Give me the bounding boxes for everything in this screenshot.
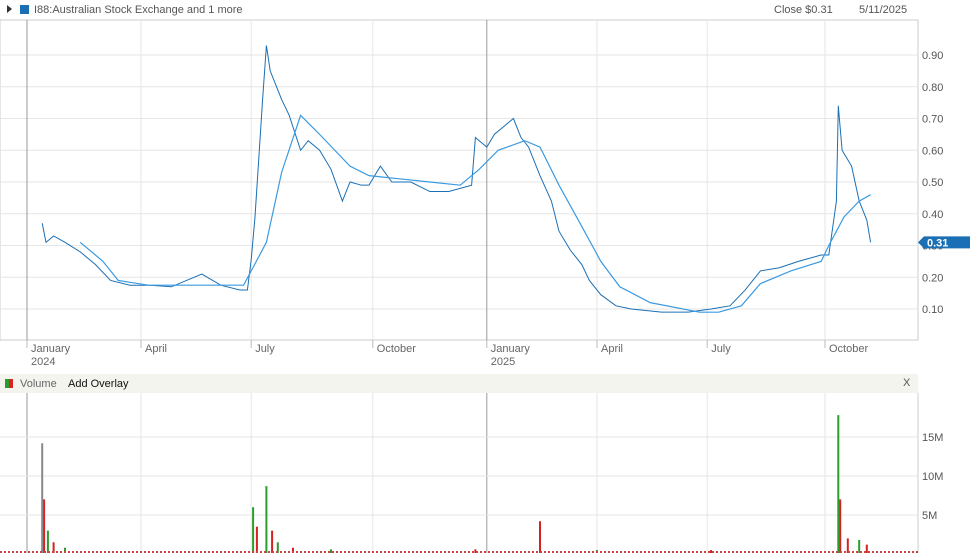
x-tick-label: April	[601, 343, 623, 355]
price-tick-label: 0.40	[922, 209, 943, 221]
volume-bar	[539, 521, 541, 553]
price-tick-label: 0.50	[922, 177, 943, 189]
volume-panel-header: Volume Add Overlay X	[0, 374, 918, 393]
x-tick-label: July	[255, 343, 275, 355]
volume-bar	[846, 538, 849, 553]
price-tick-label: 0.80	[922, 82, 943, 94]
x-tick-label: October	[377, 343, 416, 355]
volume-bar	[865, 544, 868, 553]
symbol-label[interactable]: I88:Australian Stock Exchange and 1 more	[34, 4, 243, 16]
volume-tick-label: 15M	[922, 432, 943, 444]
price-tick-label: 0.90	[922, 50, 943, 62]
series-color-swatch-icon	[20, 5, 29, 14]
volume-bar	[255, 526, 258, 553]
volume-bar	[858, 539, 861, 553]
date-label: 5/11/2025	[859, 4, 908, 16]
volume-red-icon	[9, 379, 13, 388]
x-tick-sublabel: 2025	[491, 356, 515, 368]
add-overlay-button[interactable]: Add Overlay	[68, 378, 129, 390]
price-tick-label: 0.10	[922, 304, 943, 316]
volume-bar	[41, 443, 44, 553]
volume-label: Volume	[20, 378, 57, 390]
price-line	[41, 45, 872, 313]
price-plot-frame	[0, 19, 919, 341]
volume-bar	[330, 549, 332, 553]
volume-bar	[265, 486, 268, 553]
close-volume-button[interactable]: X	[903, 377, 910, 389]
x-tick-sublabel: 2024	[31, 356, 55, 368]
chart-header: I88:Australian Stock Exchange and 1 more…	[0, 0, 980, 20]
stock-chart[interactable]: 0.100.200.300.400.500.600.700.800.90Janu…	[0, 0, 980, 553]
x-tick-label: April	[145, 343, 167, 355]
x-tick-label: January	[491, 343, 531, 355]
x-tick-label: January	[31, 343, 71, 355]
x-tick-label: October	[829, 343, 868, 355]
last-price-label: 0.31	[927, 237, 948, 249]
volume-bar	[837, 415, 840, 553]
expand-triangle-icon[interactable]	[7, 5, 12, 13]
volume-bar	[252, 507, 255, 553]
volume-tick-label: 10M	[922, 471, 943, 483]
price-tick-label: 0.20	[922, 272, 943, 284]
price-tick-label: 0.60	[922, 145, 943, 157]
volume-bar	[271, 530, 274, 553]
volume-bar	[46, 530, 49, 553]
price-tick-label: 0.70	[922, 114, 943, 126]
volume-bar	[43, 499, 46, 553]
volume-tick-label: 5M	[922, 510, 937, 522]
close-price-label: Close $0.31	[774, 4, 833, 16]
volume-bar	[839, 499, 842, 553]
x-tick-label: July	[711, 343, 731, 355]
